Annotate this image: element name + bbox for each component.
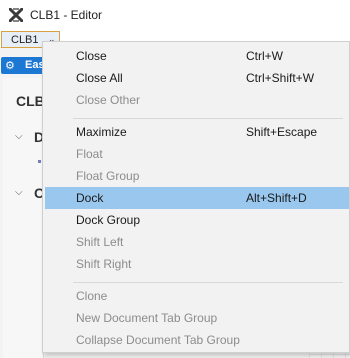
- menu-item-close-other[interactable]: Close Other: [43, 89, 349, 111]
- menu-item-label: Close Other: [76, 93, 141, 107]
- easy-mode-tab[interactable]: ⚙ Eas: [1, 57, 47, 74]
- menu-item-maximize[interactable]: Maximize Shift+Escape: [43, 121, 349, 143]
- menu-item-label: Dock: [76, 191, 104, 205]
- document-tab-context-menu: Close Ctrl+W Close All Ctrl+Shift+W Clos…: [42, 41, 350, 353]
- menu-item-clone[interactable]: Clone: [43, 285, 349, 307]
- tree-dot: [38, 160, 41, 163]
- panel-heading: CLB: [16, 93, 45, 109]
- chevron-down-icon[interactable]: ⌵: [15, 131, 23, 142]
- menu-item-collapse-document-tab-group[interactable]: Collapse Document Tab Group: [43, 329, 349, 351]
- menu-item-dock[interactable]: Dock Alt+Shift+D: [45, 187, 349, 209]
- menu-item-close-all[interactable]: Close All Ctrl+Shift+W: [43, 67, 349, 89]
- menu-item-float[interactable]: Float: [43, 143, 349, 165]
- menu-item-label: Maximize: [76, 125, 127, 139]
- outline-panel: [3, 78, 44, 358]
- menu-item-new-document-tab-group[interactable]: New Document Tab Group: [43, 307, 349, 329]
- menu-item-shift-left[interactable]: Shift Left: [43, 231, 349, 253]
- menu-item-shortcut: Alt+Shift+D: [246, 191, 307, 205]
- menu-item-label: Clone: [76, 289, 108, 303]
- window-title: CLB1 - Editor: [30, 8, 103, 22]
- menu-item-shortcut: Ctrl+W: [246, 49, 283, 63]
- menu-item-label: Float: [76, 147, 103, 161]
- menu-separator: [73, 118, 343, 119]
- menu-item-label: Close All: [76, 71, 123, 85]
- menu-item-shortcut: Shift+Escape: [246, 125, 318, 139]
- menu-item-label: Float Group: [76, 169, 140, 183]
- menu-item-shift-right[interactable]: Shift Right: [43, 253, 349, 275]
- x-logo-icon: [9, 8, 23, 22]
- menu-item-label: Dock Group: [76, 213, 141, 227]
- menu-item-label: Collapse Document Tab Group: [76, 333, 240, 347]
- title-bar: CLB1 - Editor: [0, 0, 350, 30]
- menu-item-dock-group[interactable]: Dock Group: [43, 209, 349, 231]
- menu-item-close[interactable]: Close Ctrl+W: [43, 45, 349, 67]
- document-tab-label: CLB1: [11, 34, 39, 46]
- menu-item-label: New Document Tab Group: [76, 311, 218, 325]
- menu-item-label: Shift Right: [76, 257, 132, 271]
- menu-item-label: Shift Left: [76, 235, 124, 249]
- menu-item-label: Close: [76, 49, 107, 63]
- menu-item-float-group[interactable]: Float Group: [43, 165, 349, 187]
- menu-separator: [73, 282, 343, 283]
- gear-icon: ⚙: [5, 60, 15, 72]
- chevron-down-icon[interactable]: ⌵: [15, 187, 23, 198]
- menu-item-shortcut: Ctrl+Shift+W: [246, 71, 315, 85]
